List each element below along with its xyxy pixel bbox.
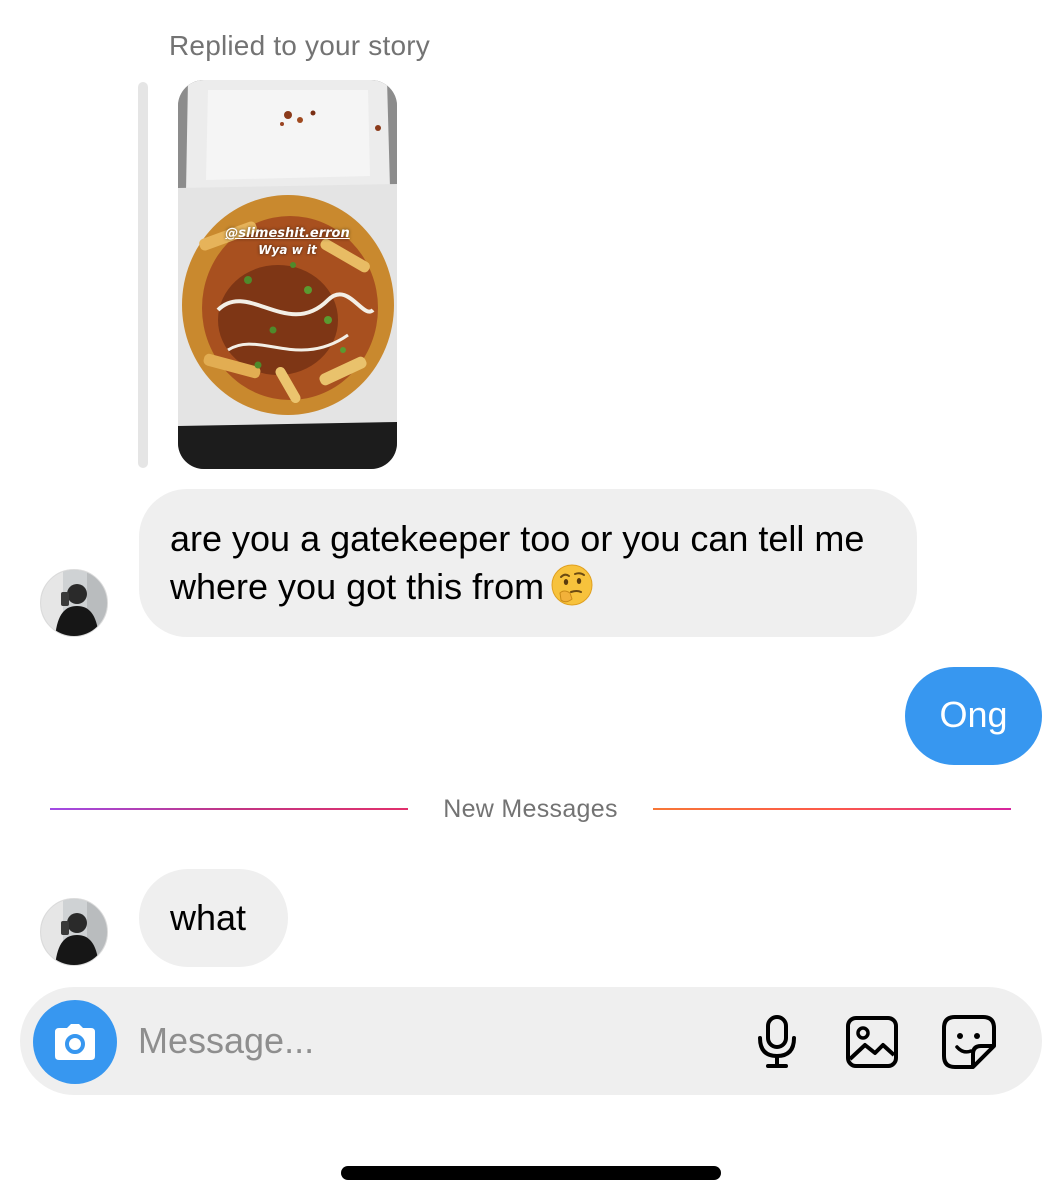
story-reply-caption: Replied to your story [169,30,430,61]
new-messages-divider-label: New Messages [443,795,618,823]
home-indicator[interactable] [341,1166,721,1180]
message-composer [20,987,1042,1095]
message-text: Ong [939,694,1008,735]
story-thumbnail[interactable]: @slimeshit.erron Wya w it [178,80,397,469]
thinking-face-icon [550,563,594,607]
outgoing-message-bubble[interactable]: Ong [905,667,1042,765]
avatar[interactable] [40,569,108,637]
divider-line-right [653,808,1011,810]
message-text: are you a gatekeeper too or you can tell… [170,518,865,607]
microphone-icon[interactable] [748,1013,806,1071]
incoming-message-bubble[interactable]: are you a gatekeeper too or you can tell… [139,489,917,637]
avatar[interactable] [40,898,108,966]
gallery-icon[interactable] [843,1013,901,1071]
message-input[interactable] [138,1017,698,1065]
story-food-image [178,80,397,469]
sticker-icon[interactable] [940,1013,998,1071]
avatar-photo [41,570,107,636]
camera-button[interactable] [33,1000,117,1084]
incoming-message-bubble[interactable]: what [139,869,288,967]
message-text: what [170,897,247,938]
story-mention: @slimeshit.erron [225,226,350,241]
divider-line-left [50,808,408,810]
avatar-photo [41,899,107,965]
camera-icon [55,1024,95,1060]
story-overlay-text: @slimeshit.erron Wya w it [178,226,397,257]
story-caption: Wya w it [258,243,317,257]
reply-quote-bar [138,82,148,468]
